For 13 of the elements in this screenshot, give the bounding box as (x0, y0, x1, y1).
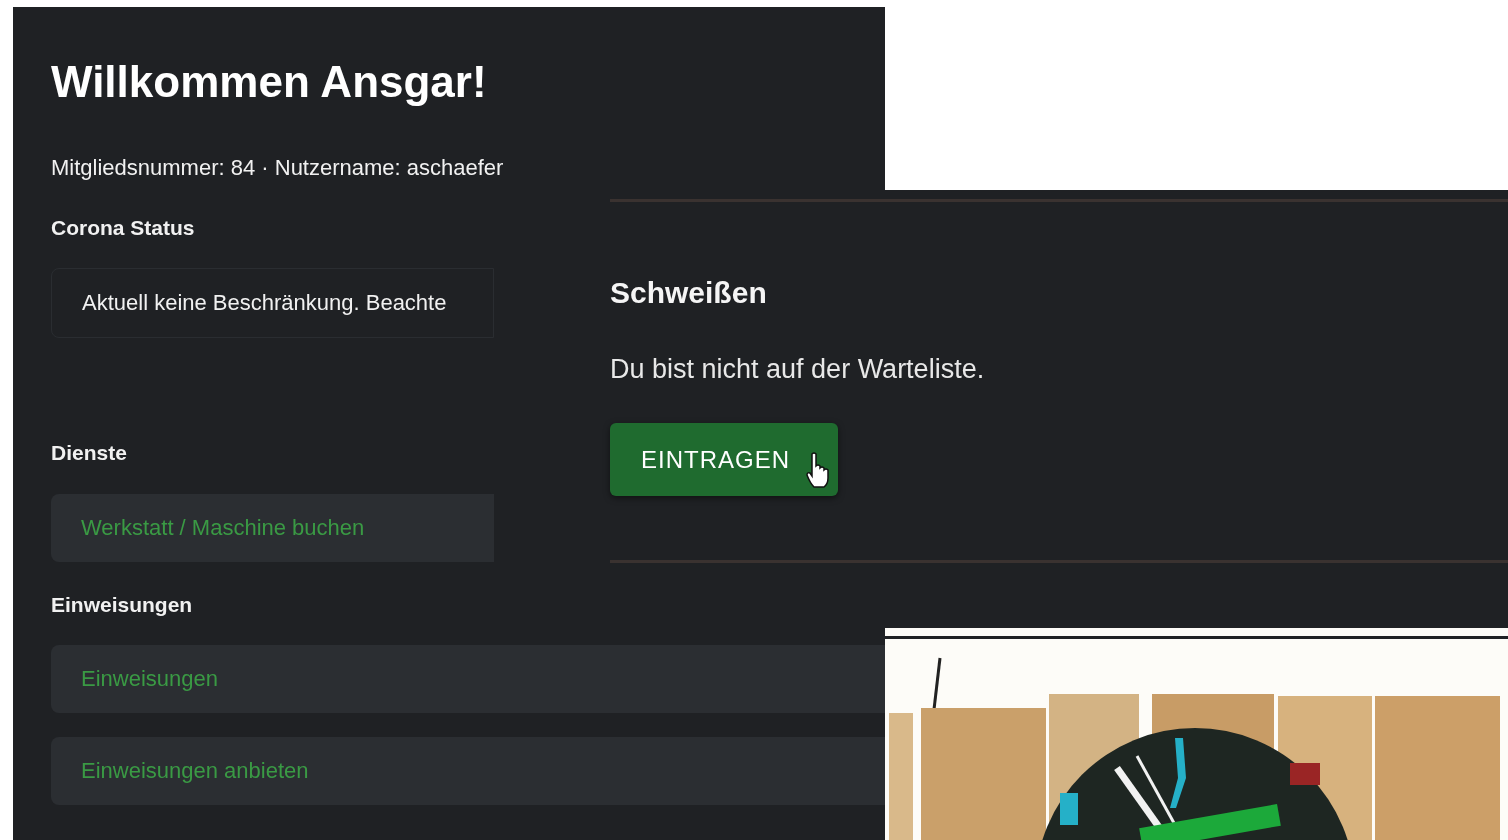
section-heading: Einweisungen (51, 592, 193, 616)
member-info: Mitgliedsnummer: 84 · Nutzername: aschaefer (51, 154, 504, 180)
pointer-cursor-icon (806, 452, 832, 488)
welcome-heading: Willkommen Ansgar! (51, 56, 488, 108)
status-notice: Aktuell keine Beschränkung. Beachte (51, 268, 494, 339)
menu-link[interactable]: Werkstatt / Maschine buchen (51, 493, 494, 562)
menu-link[interactable]: Einweisungen (51, 645, 885, 714)
enroll-button[interactable]: EINTRAGEN (610, 423, 838, 497)
menu-link[interactable]: Einweisungen anbieten (51, 737, 885, 806)
waitlist-title: Schweißen (610, 276, 767, 309)
section-heading: Dienste (51, 441, 127, 465)
section-heading: Corona Status (51, 215, 195, 239)
waitlist-message: Du bist nicht auf der Warteliste. (610, 354, 985, 384)
